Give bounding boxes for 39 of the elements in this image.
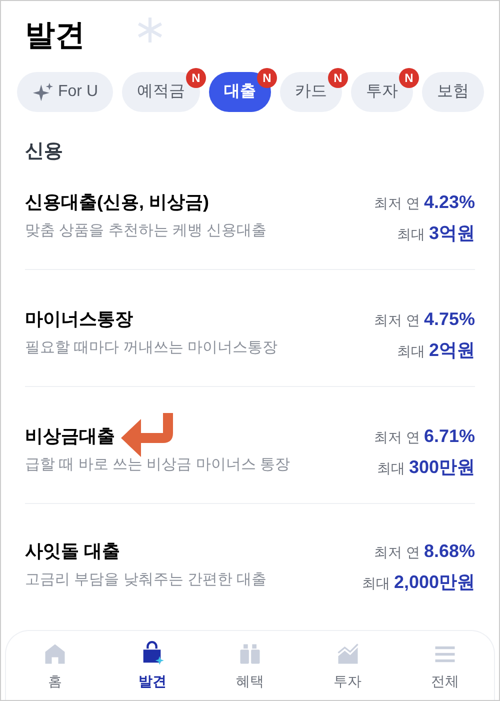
product-name[interactable]: 신용대출(신용, 비상금) (25, 188, 209, 216)
rate-value: 4.23% (424, 190, 475, 214)
product-description: 급할 때 바로 쓰는 비상금 마이너스 통장 (25, 454, 290, 474)
product-description: 필요할 때마다 꺼내쓰는 마이너스통장 (25, 338, 278, 358)
category-chip[interactable]: 보험 (422, 72, 484, 112)
rate-label: 최저 연 (374, 310, 420, 330)
nav-tab[interactable]: 투자 (318, 641, 378, 692)
product-name[interactable]: 마이너스통장 (25, 306, 133, 332)
new-badge: N (186, 68, 206, 88)
limit-label: 최대 (396, 224, 425, 244)
snowflake-icon (135, 14, 165, 44)
product-description: 맞춤 상품을 추천하는 케뱅 신용대출 (25, 220, 267, 240)
product-name[interactable]: 사잇돌 대출 (25, 538, 120, 564)
limit-label: 최대 (362, 574, 390, 592)
rate-value: 8.68% (424, 540, 475, 562)
page-title: 발견 (25, 18, 85, 54)
rate-value: 4.75% (424, 308, 475, 330)
rate-label: 최저 연 (374, 542, 420, 562)
section-heading: 신용 (24, 140, 64, 164)
sparkle-icon (32, 81, 54, 103)
new-badge: N (257, 68, 277, 88)
category-chip[interactable]: For U (17, 72, 113, 112)
limit-value: 2억원 (428, 338, 475, 362)
limit-value: 3억원 (428, 222, 475, 244)
nav-tab[interactable]: 홈 (24, 641, 85, 692)
limit-value: 2,000만원 (394, 570, 475, 594)
limit-label: 최대 (376, 458, 405, 478)
new-badge: N (399, 68, 419, 88)
rate-value: 6.71% (424, 424, 475, 448)
nav-tab[interactable]: 전체 (415, 641, 476, 692)
new-badge: N (328, 68, 348, 88)
rate-label: 최저 연 (374, 194, 420, 212)
product-description: 고금리 부담을 낮춰주는 간편한 대출 (25, 570, 267, 590)
limit-label: 최대 (396, 342, 425, 360)
rate-label: 최저 연 (374, 428, 420, 446)
nav-tab[interactable]: 혜택 (220, 641, 280, 692)
limit-value: 300만원 (408, 456, 475, 478)
nav-tab[interactable]: 발견 (122, 641, 182, 692)
product-name[interactable]: 비상금대출 (25, 422, 115, 450)
